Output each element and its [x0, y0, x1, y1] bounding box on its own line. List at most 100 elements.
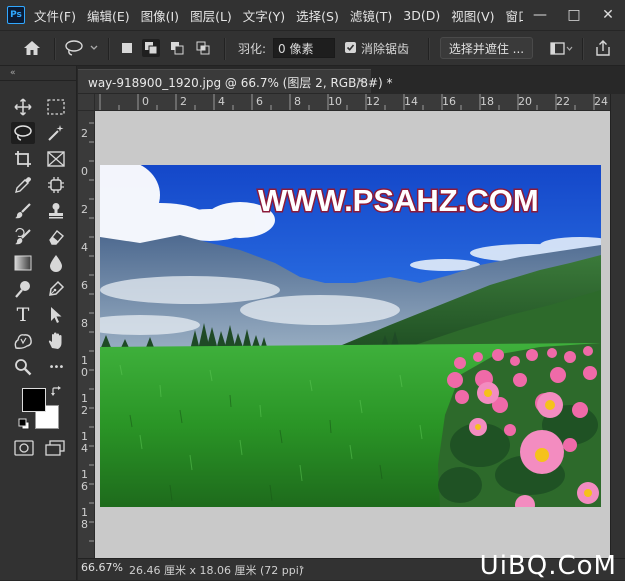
lasso-preset-icon[interactable]: [64, 39, 100, 57]
ruler-h-label: 6: [256, 95, 263, 108]
quick-mask-icon[interactable]: [14, 440, 34, 456]
ruler-v-label: 1 0: [81, 354, 88, 379]
type-tool-icon[interactable]: T: [11, 304, 35, 326]
vertical-ruler[interactable]: 2 0 2 4 6 8 1 0 1 2 1 4 1 6 1 8: [78, 111, 95, 558]
subtract-selection-icon[interactable]: [168, 39, 186, 57]
menu-filter[interactable]: 滤镜(T): [350, 6, 392, 25]
document-size-info: 26.46 厘米 x 18.06 厘米 (72 ppi): [129, 564, 304, 577]
site-watermark: UiBQ.CoM: [479, 551, 617, 581]
window-controls: — □ ✕: [523, 0, 625, 30]
ruler-h-label: 18: [480, 95, 494, 108]
crop-tool-icon[interactable]: [11, 148, 35, 170]
blur-tool-icon[interactable]: [44, 252, 68, 274]
hand-tool-icon[interactable]: [44, 330, 68, 352]
more-tools-icon[interactable]: •••: [44, 356, 68, 378]
close-tab-icon[interactable]: ×: [356, 74, 365, 87]
minimize-button[interactable]: —: [523, 7, 557, 23]
ruler-h-label: 24: [594, 95, 608, 108]
pen-tool-icon[interactable]: [44, 278, 68, 300]
ruler-h-label: 2: [180, 95, 187, 108]
ruler-v-label: 0: [81, 165, 88, 178]
spot-healing-tool-icon[interactable]: [44, 174, 68, 196]
workspace-icon[interactable]: [550, 41, 574, 57]
move-tool-icon[interactable]: [11, 96, 35, 118]
ruler-v-label: 1 6: [81, 468, 88, 493]
zoom-level[interactable]: 66.67%: [81, 561, 123, 574]
zoom-tool-icon[interactable]: [11, 356, 35, 378]
ruler-v-label: 1 8: [81, 506, 88, 531]
menu-3d[interactable]: 3D(D): [403, 8, 440, 23]
history-brush-tool-icon[interactable]: [11, 226, 35, 248]
share-icon[interactable]: [594, 39, 612, 57]
menu-image[interactable]: 图像(I): [141, 6, 179, 25]
marquee-tool-icon[interactable]: [44, 96, 68, 118]
ruler-h-label: 10: [328, 95, 342, 108]
ruler-h-label: 22: [556, 95, 570, 108]
path-selection-tool-icon[interactable]: [44, 304, 68, 326]
image-text: WWW.PSAHZ.COM: [258, 183, 539, 218]
divider: [582, 38, 584, 60]
horizontal-ruler[interactable]: 0 2 4 6 8 10 12 14 16 18 20 22 24: [95, 94, 610, 111]
antialias-label: 消除锯齿: [361, 42, 410, 56]
status-bar: 66.67% 26.46 厘米 x 18.06 厘米 (72 ppi) › Ui…: [78, 551, 625, 581]
ruler-h-label: 8: [294, 95, 301, 108]
frame-tool-icon[interactable]: [44, 148, 68, 170]
menu-layer[interactable]: 图层(L): [190, 6, 232, 25]
gradient-tool-icon[interactable]: [11, 252, 35, 274]
close-button[interactable]: ✕: [591, 7, 625, 23]
ruler-v-label: 4: [81, 241, 88, 254]
divider: [224, 38, 226, 60]
menu-type[interactable]: 文字(Y): [243, 6, 285, 25]
ruler-h-label: 16: [442, 95, 456, 108]
menu-view[interactable]: 视图(V): [451, 6, 494, 25]
ruler-h-label: 14: [404, 95, 418, 108]
dodge-tool-icon[interactable]: [11, 278, 35, 300]
ruler-h-label: 20: [518, 95, 532, 108]
divider: [428, 38, 430, 60]
brush-tool-icon[interactable]: [11, 200, 35, 222]
more-tools-glyph: •••: [48, 361, 65, 373]
add-selection-icon[interactable]: [142, 39, 160, 57]
ruler-v-label: 2: [81, 127, 88, 140]
swap-colors-icon[interactable]: [51, 386, 63, 398]
stamp-tool-icon[interactable]: [44, 200, 68, 222]
intersect-selection-icon[interactable]: [194, 39, 212, 57]
screen-mode-icon[interactable]: [45, 440, 67, 456]
default-colors-icon[interactable]: [18, 418, 30, 430]
select-and-mask-button[interactable]: 选择并遮住 ...: [440, 37, 533, 59]
ruler-v-label: 2: [81, 203, 88, 216]
foreground-color-swatch[interactable]: [22, 388, 46, 412]
ruler-h-label: 0: [142, 95, 149, 108]
landscape-photo[interactable]: WWW.PSAHZ.COM: [100, 165, 601, 507]
feather-input[interactable]: 0 像素: [273, 38, 335, 58]
type-tool-glyph: T: [16, 304, 30, 326]
collapse-toolbox-button[interactable]: «: [10, 68, 16, 78]
ruler-h-label: 12: [366, 95, 380, 108]
status-menu-arrow[interactable]: ›: [300, 561, 304, 574]
ruler-v-label: 1 4: [81, 430, 88, 455]
vertical-scrollbar[interactable]: [610, 94, 625, 558]
divider: [54, 38, 56, 60]
ruler-v-label: 8: [81, 317, 88, 330]
ruler-origin[interactable]: [78, 94, 95, 111]
home-icon[interactable]: [22, 39, 42, 57]
document-tab[interactable]: way-918900_1920.jpg @ 66.7% (图层 2, RGB/8…: [78, 69, 393, 93]
new-selection-icon[interactable]: [118, 39, 136, 57]
shape-tool-icon[interactable]: [11, 330, 35, 352]
canvas-area[interactable]: WWW.PSAHZ.COM: [95, 111, 610, 558]
eraser-tool-icon[interactable]: [44, 226, 68, 248]
magic-wand-tool-icon[interactable]: [44, 122, 68, 144]
antialias-checkbox[interactable]: [345, 42, 356, 53]
ruler-v-label: 6: [81, 279, 88, 292]
menu-file[interactable]: 文件(F): [34, 6, 76, 25]
maximize-button[interactable]: □: [557, 7, 591, 23]
lasso-tool-icon[interactable]: [11, 122, 35, 144]
ruler-h-label: 4: [218, 95, 225, 108]
options-bar: 羽化: 0 像素 消除锯齿 选择并遮住 ...: [0, 30, 625, 66]
divider: [108, 38, 110, 60]
menu-select[interactable]: 选择(S): [296, 6, 339, 25]
photoshop-logo[interactable]: Ps: [7, 6, 25, 24]
menu-edit[interactable]: 编辑(E): [87, 6, 130, 25]
feather-label: 羽化:: [238, 42, 267, 56]
eyedropper-tool-icon[interactable]: [11, 174, 35, 196]
